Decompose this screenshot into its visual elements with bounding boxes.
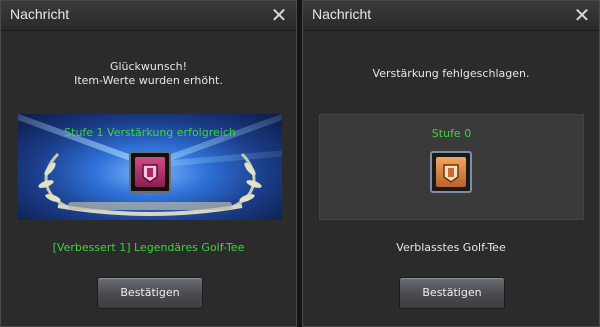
dialog-title: Nachricht — [312, 6, 372, 22]
result-box: Stufe 0 — [319, 114, 584, 220]
item-slot — [430, 151, 472, 193]
stage-success-text: Stufe 1 Verstärkung erfolgreich — [64, 126, 236, 139]
stage-text: Stufe 0 — [431, 127, 472, 140]
close-icon[interactable]: ✕ — [268, 3, 290, 27]
failure-dialog: Nachricht ✕ Verstärkung fehlgeschlagen. … — [302, 0, 600, 327]
item-name: Verblasstes Golf-Tee — [396, 241, 506, 254]
message-line-2: Item-Werte wurden erhöht. — [74, 74, 223, 87]
failure-message: Verstärkung fehlgeschlagen. — [372, 67, 530, 80]
confirm-button[interactable]: Bestätigen — [97, 277, 203, 309]
scroll-tee-icon — [436, 157, 466, 187]
item-slot — [129, 151, 171, 193]
confirm-button[interactable]: Bestätigen — [399, 277, 505, 309]
item-name: [Verbessert 1] Legendäres Golf-Tee — [52, 241, 245, 254]
titlebar: Nachricht ✕ — [303, 1, 599, 31]
dialog-title: Nachricht — [10, 6, 70, 22]
success-banner: Stufe 1 Verstärkung erfolgreich — [18, 114, 282, 220]
close-icon[interactable]: ✕ — [571, 3, 593, 27]
scroll-tee-icon — [135, 157, 165, 187]
success-dialog: Nachricht ✕ Glückwunsch! Item-Werte wurd… — [0, 0, 297, 327]
titlebar: Nachricht ✕ — [1, 1, 296, 31]
